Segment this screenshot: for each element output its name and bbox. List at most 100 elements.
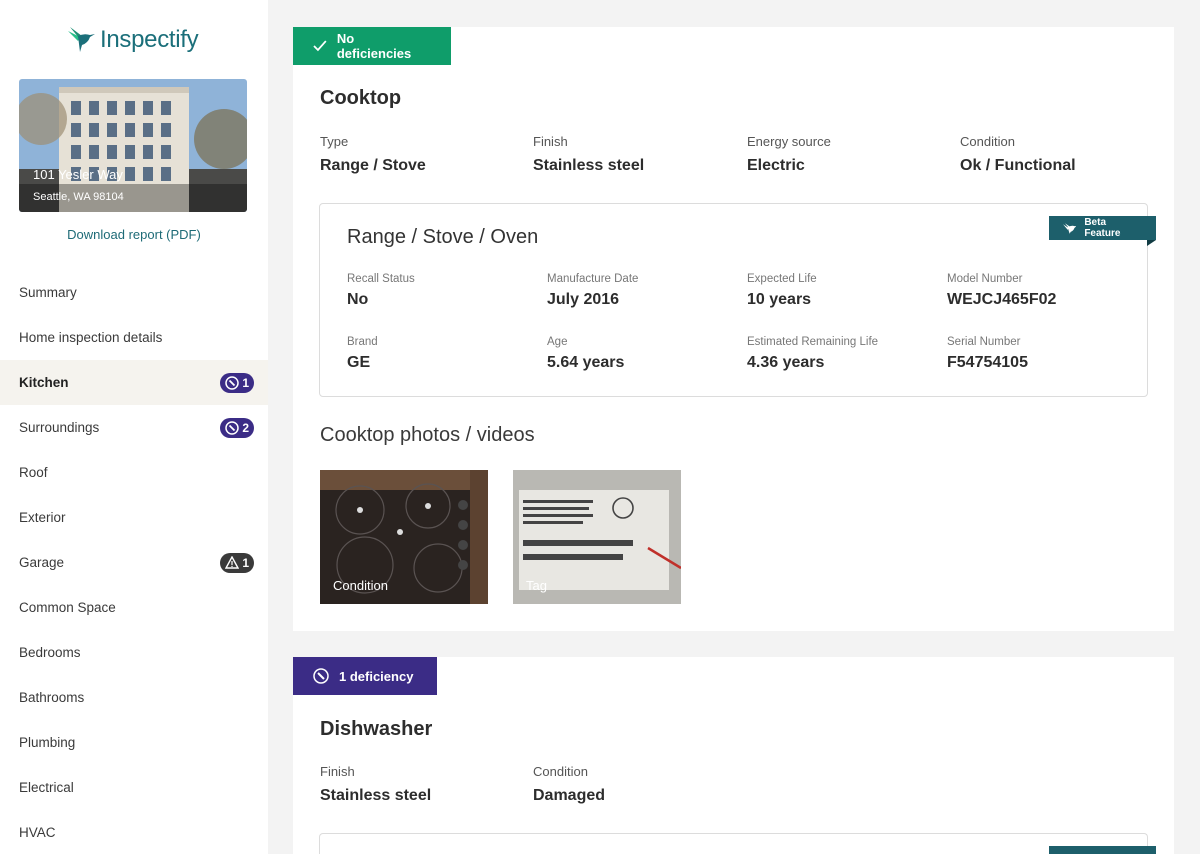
field-label: Condition [960, 134, 1015, 149]
field-value: WEJCJ465F02 [947, 291, 1057, 308]
field-brand: Brand GE [347, 336, 378, 372]
nav-item-hvac[interactable]: HVAC [0, 810, 268, 854]
photo-caption: Tag [526, 578, 547, 593]
nav-item-plumbing[interactable]: Plumbing [0, 720, 268, 765]
badge-count: 1 [242, 375, 249, 390]
property-address-line2: Seattle, WA 98104 [33, 191, 124, 203]
wrench-icon [225, 420, 240, 435]
card-title: Dishwasher [320, 718, 433, 740]
photo-caption: Condition [333, 578, 388, 593]
warning-badge: 1 [220, 552, 254, 573]
nav-item-common-space[interactable]: Common Space [0, 585, 268, 630]
status-tag: No deficiencies [293, 27, 451, 65]
brand-name: Inspectify [100, 26, 199, 53]
field-value: July 2016 [547, 291, 620, 308]
nav-item-label: Summary [19, 285, 77, 300]
warning-icon [225, 556, 240, 569]
nav-item-label: Bathrooms [19, 690, 85, 705]
download-report-link[interactable]: Download report (PDF) [0, 227, 268, 242]
nav-item-kitchen[interactable]: Kitchen 1 [0, 360, 268, 405]
cooktop-card: No deficiencies Cooktop Type Range / Sto… [293, 27, 1174, 631]
field-expected-life: Expected Life 10 years [747, 273, 817, 309]
nav-item-label: Surroundings [19, 420, 100, 435]
deficiency-badge: 1 [220, 372, 254, 393]
field-value: Stainless steel [320, 787, 432, 804]
field-label: Serial Number [947, 336, 1021, 348]
field-label: Model Number [947, 273, 1023, 285]
nav-item-label: HVAC [19, 825, 56, 840]
wrench-icon [225, 375, 240, 390]
appliance-details-card: Range / Stove / Oven Beta Feature Recall… [319, 203, 1156, 397]
badge-count: 2 [242, 420, 249, 435]
field-label: Type [320, 134, 349, 149]
field-label: Age [547, 336, 568, 348]
nav-item-label: Common Space [19, 600, 116, 615]
field-condition: Condition Ok / Functional [960, 134, 1076, 175]
beta-feature-tag [1049, 846, 1156, 854]
deficiency-badge: 2 [220, 417, 254, 438]
field-label: Finish [533, 134, 568, 149]
field-type: Type Range / Stove [320, 134, 426, 175]
nav-item-label: Roof [19, 465, 48, 480]
property-photo: 101 Yesler Way Seattle, WA 98104 [19, 79, 247, 212]
nav-item-summary[interactable]: Summary [0, 270, 268, 315]
appliance-title: Range / Stove / Oven [347, 226, 539, 248]
nav-item-surroundings[interactable]: Surroundings 2 [0, 405, 268, 450]
property-address-line1: 101 Yesler Way [33, 167, 123, 182]
nav-item-label: Plumbing [19, 735, 76, 750]
nav-item-label: Bedrooms [19, 645, 81, 660]
field-label: Finish [320, 764, 355, 779]
photo-thumbnail-tag[interactable]: Tag [513, 470, 681, 604]
field-serial-number: Serial Number F54754105 [947, 336, 1028, 372]
field-estimated-remaining-life: Estimated Remaining Life 4.36 years [747, 336, 878, 372]
status-tag: 1 deficiency [293, 657, 437, 695]
field-label: Estimated Remaining Life [747, 336, 879, 348]
beta-feature-tag: Beta Feature [1049, 216, 1156, 246]
status-label: No deficiencies [336, 31, 412, 61]
photo-thumbnail-condition[interactable]: Condition [320, 470, 488, 604]
field-label: Manufacture Date [547, 273, 639, 285]
field-value: Ok / Functional [960, 157, 1076, 174]
nav-item-roof[interactable]: Roof [0, 450, 268, 495]
field-finish: Finish Stainless steel [533, 134, 644, 175]
nav-item-home-inspection-details[interactable]: Home inspection details [0, 315, 268, 360]
card-title: Cooktop [320, 87, 402, 109]
nav-item-label: Garage [19, 555, 65, 570]
field-value: 4.36 years [747, 354, 825, 371]
nav-item-garage[interactable]: Garage 1 [0, 540, 268, 585]
field-value: 10 years [747, 291, 812, 308]
wrench-icon [313, 668, 329, 684]
section-nav: Summary Home inspection details Kitchen … [0, 270, 268, 854]
field-model-number: Model Number WEJCJ465F02 [947, 273, 1056, 309]
field-value: Stainless steel [533, 157, 645, 174]
dishwasher-card: 1 deficiency Dishwasher Finish Stainless… [293, 657, 1174, 854]
field-condition: Condition Damaged [533, 764, 605, 805]
field-label: Brand [347, 336, 378, 348]
nav-item-bathrooms[interactable]: Bathrooms [0, 675, 268, 720]
field-recall-status: Recall Status No [347, 273, 415, 309]
nav-item-exterior[interactable]: Exterior [0, 495, 268, 540]
field-value: Damaged [533, 787, 606, 804]
beta-label: Beta Feature [1084, 217, 1121, 239]
checkmark-icon [313, 40, 327, 52]
hummingbird-icon [68, 27, 95, 52]
nav-item-label: Electrical [19, 780, 74, 795]
photos-title: Cooktop photos / videos [320, 424, 535, 446]
field-energy-source: Energy source Electric [747, 134, 831, 175]
appliance-details-card [319, 833, 1156, 854]
field-manufacture-date: Manufacture Date July 2016 [547, 273, 638, 309]
field-label: Condition [533, 764, 588, 779]
sidebar: Inspectify 101 Yesler Way Seattle, WA 98… [0, 0, 268, 854]
field-label: Recall Status [347, 273, 415, 285]
field-value: Range / Stove [320, 157, 426, 174]
brand-logo[interactable]: Inspectify [66, 26, 199, 54]
nav-item-electrical[interactable]: Electrical [0, 765, 268, 810]
nav-item-label: Home inspection details [19, 330, 163, 345]
field-finish: Finish Stainless steel [320, 764, 431, 805]
field-age: Age 5.64 years [547, 336, 624, 372]
nav-item-bedrooms[interactable]: Bedrooms [0, 630, 268, 675]
nav-item-label: Kitchen [19, 375, 69, 390]
badge-count: 1 [242, 555, 249, 570]
nav-item-label: Exterior [19, 510, 66, 525]
field-value: Electric [747, 157, 805, 174]
